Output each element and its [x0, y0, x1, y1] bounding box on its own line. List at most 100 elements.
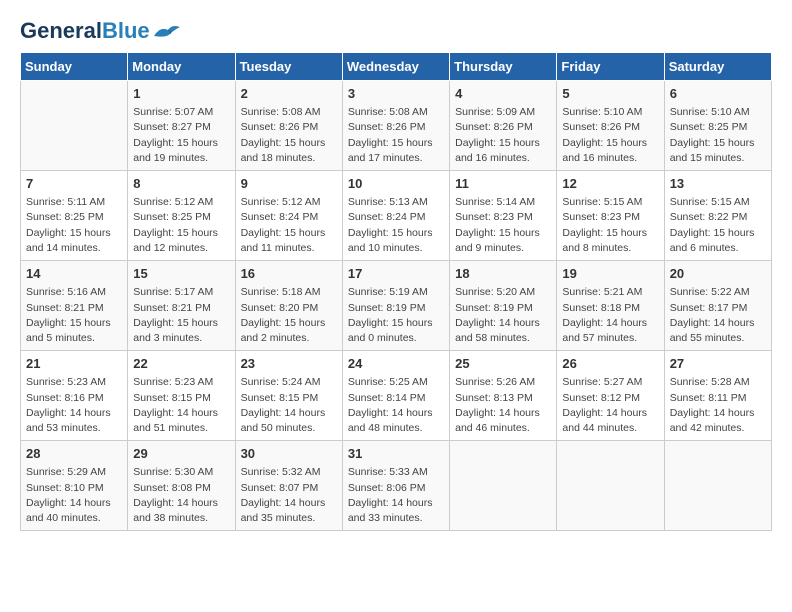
day-info: Sunrise: 5:17 AM Sunset: 8:21 PM Dayligh… [133, 285, 229, 346]
day-number: 3 [348, 85, 444, 103]
day-number: 22 [133, 355, 229, 373]
day-info: Sunrise: 5:28 AM Sunset: 8:11 PM Dayligh… [670, 375, 766, 436]
day-number: 25 [455, 355, 551, 373]
calendar-week-4: 21 Sunrise: 5:23 AM Sunset: 8:16 PM Dayli… [21, 351, 772, 441]
calendar-cell: 18 Sunrise: 5:20 AM Sunset: 8:19 PM Dayli… [450, 261, 557, 351]
day-number: 12 [562, 175, 658, 193]
day-number: 2 [241, 85, 337, 103]
calendar-cell: 8Sunrise: 5:12 AM Sunset: 8:25 PM Daylig… [128, 171, 235, 261]
day-number: 14 [26, 265, 122, 283]
day-info: Sunrise: 5:07 AM Sunset: 8:27 PM Dayligh… [133, 105, 229, 166]
day-info: Sunrise: 5:26 AM Sunset: 8:13 PM Dayligh… [455, 375, 551, 436]
day-info: Sunrise: 5:13 AM Sunset: 8:24 PM Dayligh… [348, 195, 444, 256]
day-number: 19 [562, 265, 658, 283]
calendar-cell: 4 Sunrise: 5:09 AM Sunset: 8:26 PM Daylig… [450, 81, 557, 171]
calendar-cell: 27 Sunrise: 5:28 AM Sunset: 8:11 PM Dayli… [664, 351, 771, 441]
weekday-header-wednesday: Wednesday [342, 53, 449, 81]
day-info: Sunrise: 5:29 AM Sunset: 8:10 PM Dayligh… [26, 465, 122, 526]
day-number: 24 [348, 355, 444, 373]
calendar-body: 1 Sunrise: 5:07 AM Sunset: 8:27 PM Daylig… [21, 81, 772, 531]
day-number: 28 [26, 445, 122, 463]
calendar-cell: 7 Sunrise: 5:11 AM Sunset: 8:25 PM Daylig… [21, 171, 128, 261]
day-info: Sunrise: 5:08 AM Sunset: 8:26 PM Dayligh… [348, 105, 444, 166]
calendar-cell [450, 441, 557, 531]
day-info: Sunrise: 5:12 AM Sunset: 8:25 PM Dayligh… [133, 195, 229, 256]
day-number: 29 [133, 445, 229, 463]
day-info: Sunrise: 5:24 AM Sunset: 8:15 PM Dayligh… [241, 375, 337, 436]
day-info: Sunrise: 5:09 AM Sunset: 8:26 PM Dayligh… [455, 105, 551, 166]
calendar-cell: 17 Sunrise: 5:19 AM Sunset: 8:19 PM Dayli… [342, 261, 449, 351]
day-info: Sunrise: 5:20 AM Sunset: 8:19 PM Dayligh… [455, 285, 551, 346]
calendar-cell: 16 Sunrise: 5:18 AM Sunset: 8:20 PM Dayli… [235, 261, 342, 351]
calendar-cell: 5 Sunrise: 5:10 AM Sunset: 8:26 PM Daylig… [557, 81, 664, 171]
day-info: Sunrise: 5:22 AM Sunset: 8:17 PM Dayligh… [670, 285, 766, 346]
calendar-cell: 20 Sunrise: 5:22 AM Sunset: 8:17 PM Dayli… [664, 261, 771, 351]
day-number: 31 [348, 445, 444, 463]
day-info: Sunrise: 5:32 AM Sunset: 8:07 PM Dayligh… [241, 465, 337, 526]
day-number: 11 [455, 175, 551, 193]
weekday-header-sunday: Sunday [21, 53, 128, 81]
calendar-week-3: 14 Sunrise: 5:16 AM Sunset: 8:21 PM Dayli… [21, 261, 772, 351]
day-info: Sunrise: 5:11 AM Sunset: 8:25 PM Dayligh… [26, 195, 122, 256]
day-number: 20 [670, 265, 766, 283]
calendar-cell: 30 Sunrise: 5:32 AM Sunset: 8:07 PM Dayli… [235, 441, 342, 531]
day-info: Sunrise: 5:14 AM Sunset: 8:23 PM Dayligh… [455, 195, 551, 256]
day-number: 18 [455, 265, 551, 283]
calendar-cell: 23 Sunrise: 5:24 AM Sunset: 8:15 PM Dayli… [235, 351, 342, 441]
calendar-cell: 14 Sunrise: 5:16 AM Sunset: 8:21 PM Dayli… [21, 261, 128, 351]
calendar-cell: 13 Sunrise: 5:15 AM Sunset: 8:22 PM Dayli… [664, 171, 771, 261]
day-info: Sunrise: 5:12 AM Sunset: 8:24 PM Dayligh… [241, 195, 337, 256]
calendar-cell: 1 Sunrise: 5:07 AM Sunset: 8:27 PM Daylig… [128, 81, 235, 171]
day-info: Sunrise: 5:15 AM Sunset: 8:22 PM Dayligh… [670, 195, 766, 256]
calendar-cell: 12 Sunrise: 5:15 AM Sunset: 8:23 PM Dayli… [557, 171, 664, 261]
calendar-cell [21, 81, 128, 171]
day-number: 13 [670, 175, 766, 193]
day-info: Sunrise: 5:27 AM Sunset: 8:12 PM Dayligh… [562, 375, 658, 436]
calendar-cell: 2Sunrise: 5:08 AM Sunset: 8:26 PM Daylig… [235, 81, 342, 171]
day-number: 21 [26, 355, 122, 373]
day-number: 1 [133, 85, 229, 103]
day-number: 26 [562, 355, 658, 373]
day-info: Sunrise: 5:21 AM Sunset: 8:18 PM Dayligh… [562, 285, 658, 346]
header: GeneralBlue [20, 20, 772, 42]
day-info: Sunrise: 5:19 AM Sunset: 8:19 PM Dayligh… [348, 285, 444, 346]
calendar-table: SundayMondayTuesdayWednesdayThursdayFrid… [20, 52, 772, 531]
day-number: 6 [670, 85, 766, 103]
day-info: Sunrise: 5:23 AM Sunset: 8:16 PM Dayligh… [26, 375, 122, 436]
day-number: 7 [26, 175, 122, 193]
weekday-header-saturday: Saturday [664, 53, 771, 81]
day-number: 23 [241, 355, 337, 373]
day-info: Sunrise: 5:18 AM Sunset: 8:20 PM Dayligh… [241, 285, 337, 346]
calendar-cell: 19 Sunrise: 5:21 AM Sunset: 8:18 PM Dayli… [557, 261, 664, 351]
day-number: 9 [241, 175, 337, 193]
weekday-header-tuesday: Tuesday [235, 53, 342, 81]
day-info: Sunrise: 5:33 AM Sunset: 8:06 PM Dayligh… [348, 465, 444, 526]
day-number: 30 [241, 445, 337, 463]
calendar-week-5: 28 Sunrise: 5:29 AM Sunset: 8:10 PM Dayli… [21, 441, 772, 531]
calendar-cell: 3 Sunrise: 5:08 AM Sunset: 8:26 PM Daylig… [342, 81, 449, 171]
calendar-cell [557, 441, 664, 531]
day-number: 17 [348, 265, 444, 283]
calendar-cell: 9 Sunrise: 5:12 AM Sunset: 8:24 PM Daylig… [235, 171, 342, 261]
day-number: 15 [133, 265, 229, 283]
day-info: Sunrise: 5:15 AM Sunset: 8:23 PM Dayligh… [562, 195, 658, 256]
calendar-cell: 15 Sunrise: 5:17 AM Sunset: 8:21 PM Dayli… [128, 261, 235, 351]
calendar-cell: 26 Sunrise: 5:27 AM Sunset: 8:12 PM Dayli… [557, 351, 664, 441]
day-info: Sunrise: 5:16 AM Sunset: 8:21 PM Dayligh… [26, 285, 122, 346]
weekday-header-friday: Friday [557, 53, 664, 81]
weekday-header-monday: Monday [128, 53, 235, 81]
calendar-cell: 29Sunrise: 5:30 AM Sunset: 8:08 PM Dayli… [128, 441, 235, 531]
day-info: Sunrise: 5:23 AM Sunset: 8:15 PM Dayligh… [133, 375, 229, 436]
calendar-cell: 24 Sunrise: 5:25 AM Sunset: 8:14 PM Dayli… [342, 351, 449, 441]
logo-bird-icon [152, 22, 182, 40]
day-number: 5 [562, 85, 658, 103]
calendar-cell: 6Sunrise: 5:10 AM Sunset: 8:25 PM Daylig… [664, 81, 771, 171]
calendar-cell: 11 Sunrise: 5:14 AM Sunset: 8:23 PM Dayli… [450, 171, 557, 261]
logo-text: GeneralBlue [20, 20, 150, 42]
day-number: 16 [241, 265, 337, 283]
day-info: Sunrise: 5:25 AM Sunset: 8:14 PM Dayligh… [348, 375, 444, 436]
day-number: 4 [455, 85, 551, 103]
day-number: 27 [670, 355, 766, 373]
day-info: Sunrise: 5:10 AM Sunset: 8:26 PM Dayligh… [562, 105, 658, 166]
logo: GeneralBlue [20, 20, 182, 42]
